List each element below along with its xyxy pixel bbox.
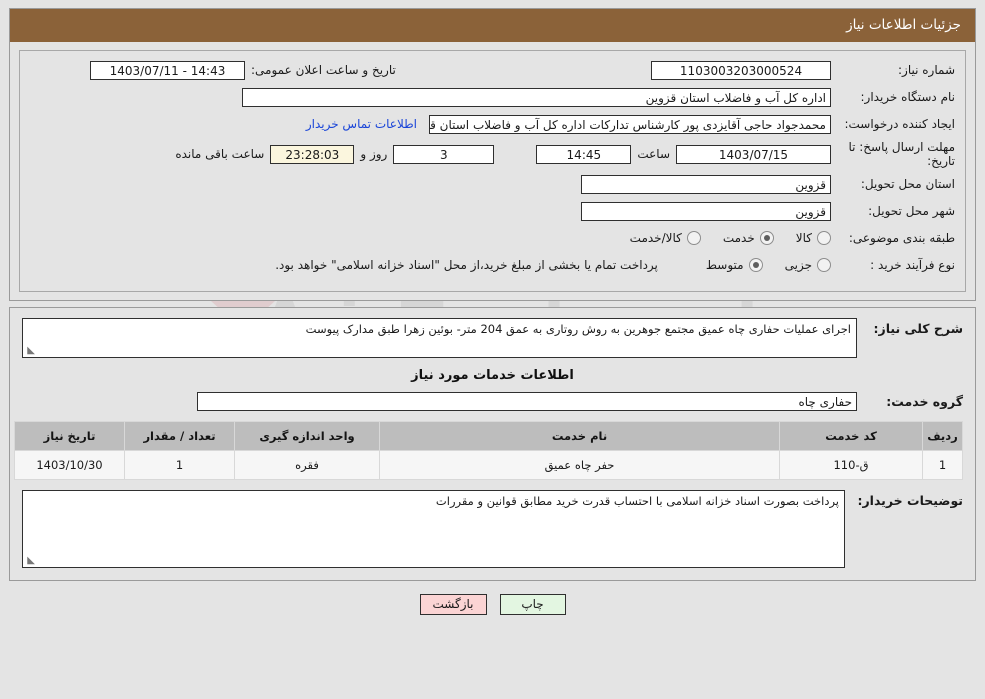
print-button[interactable]: چاپ bbox=[499, 594, 566, 615]
buyer-notes-label: توضیحات خریدار: bbox=[857, 493, 963, 508]
row-description: شرح کلی نیاز: اجرای عملیات حفاری چاه عمی… bbox=[22, 318, 963, 358]
cell-unit: فقره bbox=[234, 450, 380, 480]
main-frame: جزئیات اطلاعات نیاز شماره نیاز: 11030032… bbox=[9, 8, 976, 301]
row-buyer-org: نام دستگاه خریدار: اداره کل آب و فاضلاب … bbox=[30, 86, 955, 108]
purchase-type-label: نوع فرآیند خرید : bbox=[870, 257, 955, 272]
cell-service-code: ق-110 bbox=[779, 450, 923, 480]
radio-icon-medium-selected[interactable] bbox=[748, 258, 763, 272]
col-header-service-name: نام خدمت bbox=[379, 421, 780, 451]
creator-field[interactable]: محمدجواد حاجی آقایزدی پور کارشناس تدارکا… bbox=[429, 114, 831, 134]
purchase-type-option-medium-label: متوسط bbox=[705, 258, 744, 272]
days-remaining-field[interactable]: 3 bbox=[393, 144, 495, 164]
purchase-type-option-minor-label: جزیی bbox=[784, 258, 812, 272]
details-frame: شرح کلی نیاز: اجرای عملیات حفاری چاه عمی… bbox=[9, 307, 976, 581]
cell-row-no: 1 bbox=[922, 450, 963, 480]
category-option-goods-service[interactable]: کالا/خدمت bbox=[630, 231, 701, 245]
public-announce-label: تاریخ و ساعت اعلان عمومی: bbox=[251, 63, 396, 77]
description-text: اجرای عملیات حفاری چاه عمیق مجتمع جوهرین… bbox=[305, 322, 851, 336]
radio-icon-goods-service[interactable] bbox=[686, 231, 701, 245]
row-category: طبقه بندی موضوعی: کالا خدمت کالا/خدمت bbox=[30, 227, 955, 249]
cell-quantity: 1 bbox=[124, 450, 235, 480]
buyer-notes-text: پرداخت بصورت اسناد خزانه اسلامی با احتسا… bbox=[435, 494, 839, 508]
page-root: جزئیات اطلاعات نیاز شماره نیاز: 11030032… bbox=[0, 8, 985, 615]
col-header-row-no: ردیف bbox=[922, 421, 963, 451]
col-header-quantity: تعداد / مقدار bbox=[124, 421, 235, 451]
city-label: شهر محل تحویل: bbox=[868, 203, 955, 218]
row-buyer-notes: توضیحات خریدار: پرداخت بصورت اسناد خزانه… bbox=[22, 490, 963, 568]
radio-icon-minor[interactable] bbox=[817, 258, 831, 272]
resize-grip-icon[interactable]: ◣ bbox=[25, 556, 35, 566]
category-option-service[interactable]: خدمت bbox=[723, 231, 774, 245]
category-option-goods[interactable]: کالا bbox=[796, 231, 831, 245]
col-header-need-date: تاریخ نیاز bbox=[14, 421, 125, 451]
buyer-org-field[interactable]: اداره کل آب و فاضلاب استان قزوین bbox=[242, 87, 831, 107]
buyer-notes-textarea[interactable]: پرداخت بصورت اسناد خزانه اسلامی با احتسا… bbox=[22, 490, 845, 568]
resize-grip-icon[interactable]: ◣ bbox=[25, 346, 35, 356]
deadline-time-field[interactable]: 14:45 bbox=[536, 144, 632, 164]
deadline-label: مهلت ارسال پاسخ: تا تاریخ: bbox=[848, 140, 955, 168]
need-info-panel: شماره نیاز: 1103003203000524 تاریخ و ساع… bbox=[19, 50, 966, 292]
category-option-service-label: خدمت bbox=[722, 231, 755, 245]
cell-need-date: 1403/10/30 bbox=[14, 450, 125, 480]
countdown-field: 23:28:03 bbox=[270, 144, 355, 164]
description-textarea[interactable]: اجرای عملیات حفاری چاه عمیق مجتمع جوهرین… bbox=[22, 318, 857, 358]
table-row: 1 ق-110 حفر چاه عمیق فقره 1 1403/10/30 bbox=[14, 450, 963, 480]
need-number-field[interactable]: 1103003203000524 bbox=[651, 60, 831, 80]
remaining-word-label: ساعت باقی مانده bbox=[175, 147, 265, 161]
province-field[interactable]: قزوین bbox=[581, 174, 831, 194]
hour-word-label: ساعت bbox=[637, 147, 670, 161]
category-label: طبقه بندی موضوعی: bbox=[848, 230, 955, 245]
row-province: استان محل تحویل: قزوین bbox=[30, 173, 955, 195]
services-heading: اطلاعات خدمات مورد نیاز bbox=[411, 368, 574, 383]
service-group-label: گروه خدمت: bbox=[886, 394, 963, 409]
deadline-date-field[interactable]: 1403/07/15 bbox=[676, 144, 831, 164]
payment-note: پرداخت تمام یا بخشی از مبلغ خرید،از محل … bbox=[275, 258, 658, 272]
col-header-unit: واحد اندازه گیری bbox=[234, 421, 380, 451]
row-creator: ایجاد کننده درخواست: محمدجواد حاجی آقایز… bbox=[30, 113, 955, 135]
services-table: ردیف کد خدمت نام خدمت واحد اندازه گیری ت… bbox=[14, 421, 963, 480]
row-service-group: گروه خدمت: حفاری چاه bbox=[22, 392, 963, 411]
public-announce-field[interactable]: 14:43 - 1403/07/11 bbox=[90, 60, 245, 80]
action-bar: چاپ بازگشت bbox=[0, 594, 985, 615]
buyer-org-label: نام دستگاه خریدار: bbox=[860, 89, 956, 104]
city-field[interactable]: قزوین bbox=[581, 201, 831, 221]
row-need-number: شماره نیاز: 1103003203000524 تاریخ و ساع… bbox=[30, 59, 955, 81]
cell-service-name: حفر چاه عمیق bbox=[379, 450, 780, 480]
radio-icon-service-selected[interactable] bbox=[759, 231, 774, 245]
col-header-service-code: کد خدمت bbox=[779, 421, 923, 451]
service-group-field[interactable]: حفاری چاه bbox=[197, 392, 857, 411]
purchase-type-option-medium[interactable]: متوسط bbox=[706, 258, 763, 272]
back-button[interactable]: بازگشت bbox=[419, 594, 487, 615]
details-panel: شرح کلی نیاز: اجرای عملیات حفاری چاه عمی… bbox=[10, 308, 975, 580]
row-purchase-type: نوع فرآیند خرید : جزیی متوسط پرداخت تمام… bbox=[30, 254, 955, 276]
table-header-row: ردیف کد خدمت نام خدمت واحد اندازه گیری ت… bbox=[14, 421, 963, 451]
radio-icon-goods[interactable] bbox=[817, 231, 831, 245]
creator-label: ایجاد کننده درخواست: bbox=[844, 116, 955, 131]
buyer-contact-link[interactable]: اطلاعات تماس خریدار bbox=[306, 117, 417, 131]
province-label: استان محل تحویل: bbox=[860, 176, 955, 191]
days-word-label: روز و bbox=[360, 147, 388, 161]
description-label: شرح کلی نیاز: bbox=[873, 321, 963, 336]
row-deadline: مهلت ارسال پاسخ: تا تاریخ: 1403/07/15 سا… bbox=[30, 140, 955, 168]
need-number-label: شماره نیاز: bbox=[898, 62, 955, 77]
category-option-goods-service-label: کالا/خدمت bbox=[629, 231, 682, 245]
purchase-type-option-minor[interactable]: جزیی bbox=[785, 258, 831, 272]
row-city: شهر محل تحویل: قزوین bbox=[30, 200, 955, 222]
page-title: جزئیات اطلاعات نیاز bbox=[10, 9, 975, 42]
category-option-goods-label: کالا bbox=[795, 231, 812, 245]
